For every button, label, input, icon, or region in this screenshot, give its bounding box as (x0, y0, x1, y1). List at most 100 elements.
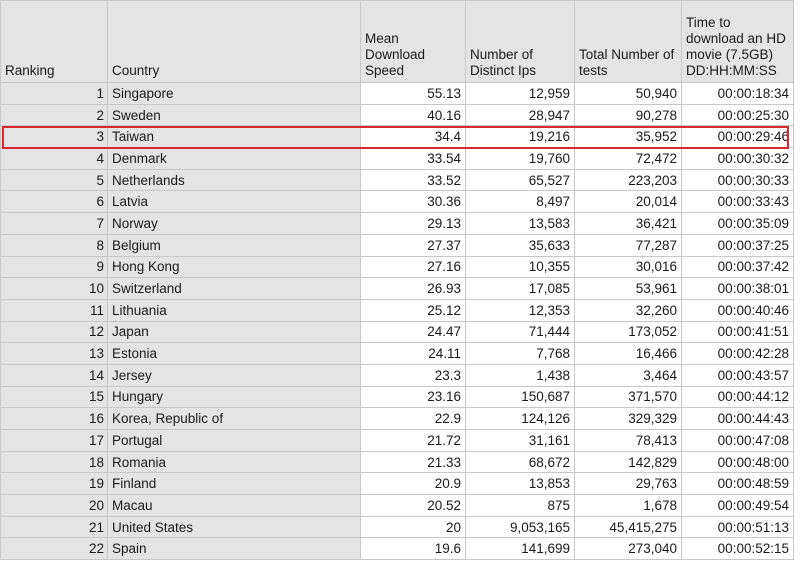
cell-mean-speed: 25.12 (360, 298, 466, 322)
cell-country: Korea, Republic of (107, 407, 361, 430)
cell-distinct-ips: 7,768 (465, 342, 575, 365)
cell-mean-speed: 24.11 (360, 342, 466, 365)
table-row: 9 Hong Kong 27.16 10,355 30,016 00:00:37:42 (0, 255, 794, 279)
cell-mean-speed: 19.6 (360, 537, 466, 561)
cell-total-tests: 78,413 (574, 429, 682, 452)
table-row: 4 Denmark 33.54 19,760 72,472 00:00:30:32 (0, 147, 794, 170)
cell-country: Taiwan (107, 125, 361, 149)
table-row: 18 Romania 21.33 68,672 142,829 00:00:48:00 (0, 450, 794, 474)
cell-country: Macau (107, 494, 361, 517)
cell-distinct-ips: 9,053,165 (465, 515, 575, 539)
cell-ranking: 8 (0, 233, 108, 257)
cell-mean-speed: 22.9 (360, 407, 466, 430)
cell-country: Netherlands (107, 168, 361, 192)
cell-hd-time: 00:00:35:09 (681, 212, 794, 235)
cell-total-tests: 53,961 (574, 277, 682, 300)
cell-distinct-ips: 68,672 (465, 450, 575, 474)
cell-mean-speed: 40.16 (360, 103, 466, 127)
cell-hd-time: 00:00:30:32 (681, 147, 794, 170)
header-total-tests: Total Number of tests (574, 0, 682, 83)
cell-distinct-ips: 35,633 (465, 233, 575, 257)
cell-distinct-ips: 10,355 (465, 255, 575, 279)
cell-distinct-ips: 875 (465, 494, 575, 517)
cell-mean-speed: 33.54 (360, 147, 466, 170)
cell-country: Jersey (107, 363, 361, 387)
cell-country: Denmark (107, 147, 361, 170)
cell-hd-time: 00:00:38:01 (681, 277, 794, 300)
cell-distinct-ips: 17,085 (465, 277, 575, 300)
cell-mean-speed: 21.33 (360, 450, 466, 474)
cell-total-tests: 223,203 (574, 168, 682, 192)
cell-ranking: 5 (0, 168, 108, 192)
cell-mean-speed: 55.13 (360, 82, 466, 105)
table-row: 3 Taiwan 34.4 19,216 35,952 00:00:29:46 (0, 125, 794, 149)
header-country: Country (107, 0, 361, 83)
cell-country: Hungary (107, 385, 361, 409)
cell-hd-time: 00:00:44:43 (681, 407, 794, 430)
header-mean-download-speed: Mean Download Speed (360, 0, 466, 83)
cell-country: Norway (107, 212, 361, 235)
cell-total-tests: 50,940 (574, 82, 682, 105)
cell-mean-speed: 20.9 (360, 472, 466, 496)
cell-total-tests: 3,464 (574, 363, 682, 387)
cell-ranking: 4 (0, 147, 108, 170)
cell-country: Singapore (107, 82, 361, 105)
cell-distinct-ips: 31,161 (465, 429, 575, 452)
cell-ranking: 20 (0, 494, 108, 517)
cell-ranking: 6 (0, 190, 108, 214)
cell-ranking: 2 (0, 103, 108, 127)
cell-hd-time: 00:00:41:51 (681, 320, 794, 344)
table-row: 21 United States 20 9,053,165 45,415,275 00:0… (0, 515, 794, 539)
cell-ranking: 15 (0, 385, 108, 409)
cell-distinct-ips: 12,353 (465, 298, 575, 322)
cell-total-tests: 20,014 (574, 190, 682, 214)
header-distinct-ips: Number of Distinct Ips (465, 0, 575, 83)
cell-total-tests: 45,415,275 (574, 515, 682, 539)
cell-hd-time: 00:00:37:25 (681, 233, 794, 257)
cell-ranking: 17 (0, 429, 108, 452)
cell-mean-speed: 20.52 (360, 494, 466, 517)
cell-ranking: 16 (0, 407, 108, 430)
cell-hd-time: 00:00:37:42 (681, 255, 794, 279)
cell-hd-time: 00:00:52:15 (681, 537, 794, 561)
cell-total-tests: 173,052 (574, 320, 682, 344)
cell-total-tests: 36,421 (574, 212, 682, 235)
table-row: 1 Singapore 55.13 12,959 50,940 00:00:18:34 (0, 82, 794, 105)
cell-total-tests: 32,260 (574, 298, 682, 322)
cell-mean-speed: 23.16 (360, 385, 466, 409)
cell-distinct-ips: 12,959 (465, 82, 575, 105)
cell-distinct-ips: 19,216 (465, 125, 575, 149)
cell-ranking: 12 (0, 320, 108, 344)
header-row: Ranking Country Mean Download Speed Numb… (0, 0, 794, 83)
cell-total-tests: 329,329 (574, 407, 682, 430)
cell-total-tests: 1,678 (574, 494, 682, 517)
cell-country: Belgium (107, 233, 361, 257)
cell-ranking: 13 (0, 342, 108, 365)
cell-ranking: 10 (0, 277, 108, 300)
cell-ranking: 18 (0, 450, 108, 474)
cell-country: Romania (107, 450, 361, 474)
table-row: 20 Macau 20.52 875 1,678 00:00:49:54 (0, 494, 794, 517)
cell-distinct-ips: 28,947 (465, 103, 575, 127)
cell-total-tests: 77,287 (574, 233, 682, 257)
cell-distinct-ips: 71,444 (465, 320, 575, 344)
cell-distinct-ips: 150,687 (465, 385, 575, 409)
table-row: 17 Portugal 21.72 31,161 78,413 00:00:47:08 (0, 429, 794, 452)
cell-total-tests: 273,040 (574, 537, 682, 561)
cell-mean-speed: 23.3 (360, 363, 466, 387)
cell-hd-time: 00:00:29:46 (681, 125, 794, 149)
cell-hd-time: 00:00:47:08 (681, 429, 794, 452)
cell-ranking: 11 (0, 298, 108, 322)
cell-distinct-ips: 1,438 (465, 363, 575, 387)
table-row: 7 Norway 29.13 13,583 36,421 00:00:35:09 (0, 212, 794, 235)
cell-hd-time: 00:00:51:13 (681, 515, 794, 539)
table-row: 12 Japan 24.47 71,444 173,052 00:00:41:51 (0, 320, 794, 344)
table-row: 11 Lithuania 25.12 12,353 32,260 00:00:40:46 (0, 298, 794, 322)
cell-ranking: 9 (0, 255, 108, 279)
cell-total-tests: 30,016 (574, 255, 682, 279)
cell-country: Switzerland (107, 277, 361, 300)
cell-country: Portugal (107, 429, 361, 452)
cell-mean-speed: 29.13 (360, 212, 466, 235)
cell-total-tests: 90,278 (574, 103, 682, 127)
cell-total-tests: 35,952 (574, 125, 682, 149)
